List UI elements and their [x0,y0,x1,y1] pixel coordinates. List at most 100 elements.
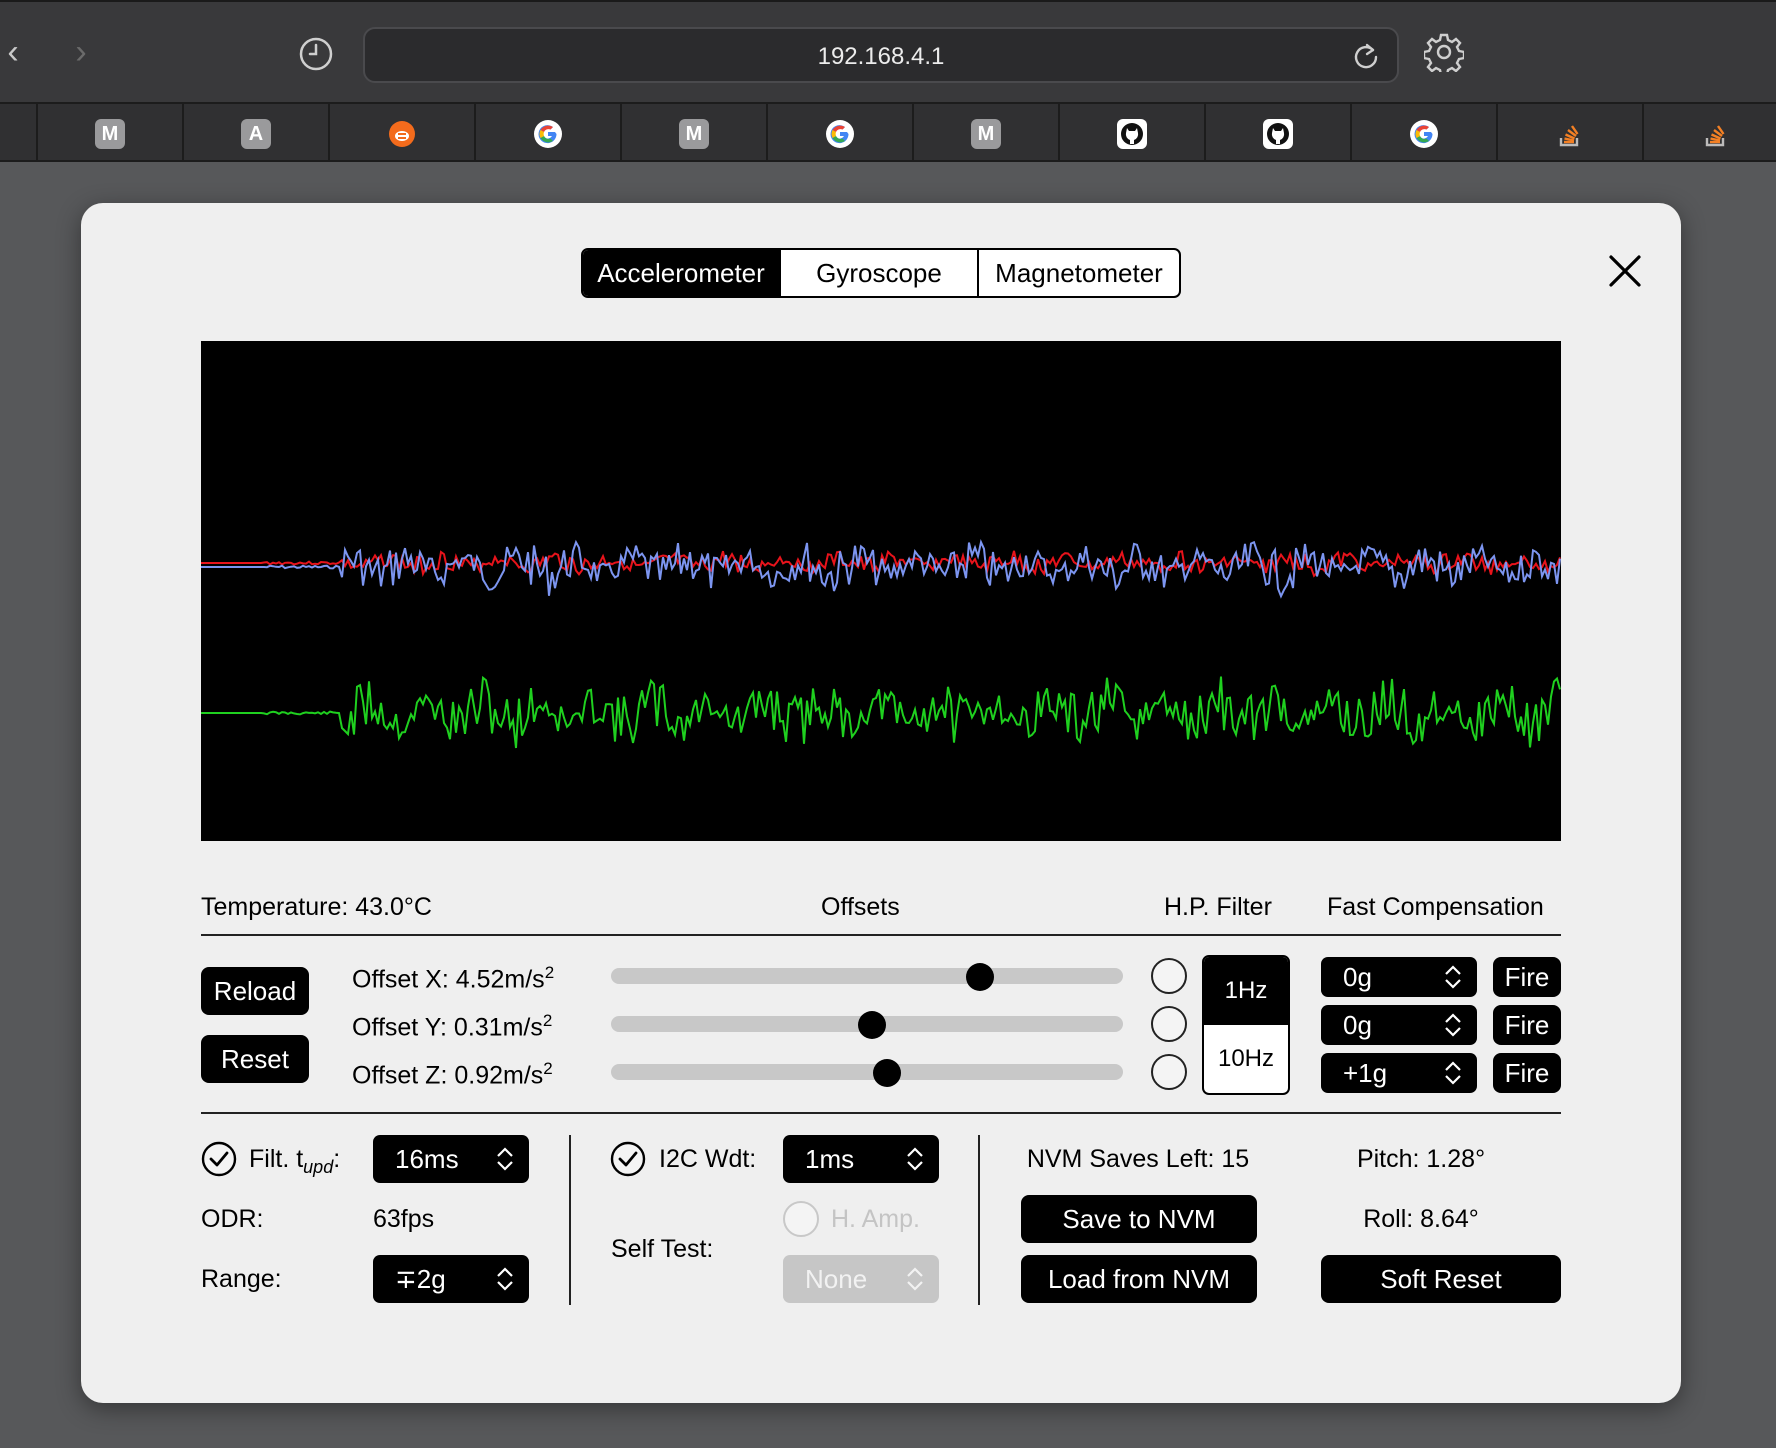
m-icon: M [971,119,1001,149]
sensor-plot [201,341,1561,841]
temperature-label: Temperature: 43.0°C [201,893,432,921]
google-icon [826,120,854,148]
google-icon [534,120,562,148]
bookmark-6[interactable] [766,104,912,162]
gear-icon[interactable] [1424,32,1464,72]
hp-radio-z[interactable] [1151,1054,1187,1090]
chevron-updown-icon [907,1147,923,1171]
hp-option-1hz[interactable]: 1Hz [1204,957,1288,1025]
tab-accelerometer[interactable]: Accelerometer [583,250,779,296]
offset-y-slider[interactable] [611,1011,1123,1039]
hp-radio-x[interactable] [1151,958,1187,994]
browser-toolbar: ‹ › 192.168.4.1 [0,0,1776,104]
bookmark-7[interactable]: M [912,104,1058,162]
self-test-select[interactable]: None [783,1255,939,1303]
offset-z-slider[interactable] [611,1059,1123,1087]
fast-compensation-header: Fast Compensation [1327,893,1544,921]
stackoverflow-icon [1559,125,1579,147]
m-icon: M [95,119,125,149]
fast-comp-y-value: 0g [1343,1010,1372,1040]
h-amp-label: H. Amp. [831,1205,920,1233]
url-text[interactable]: 192.168.4.1 [365,43,1397,71]
close-icon[interactable] [1605,251,1645,291]
i2c-select[interactable]: 1ms [783,1135,939,1183]
offset-z-slider-thumb[interactable] [873,1059,902,1087]
odr-value: 63fps [373,1205,435,1233]
bookmark-12[interactable] [1642,104,1776,162]
reset-button[interactable]: Reset [201,1035,309,1083]
stackoverflow-icon [1705,125,1725,147]
address-bar[interactable]: 192.168.4.1 [363,27,1399,83]
offset-x-label: Offset X: 4.52m/s2 [352,963,555,994]
fast-comp-x-value: 0g [1343,962,1372,992]
tab-magnetometer[interactable]: Magnetometer [977,250,1179,296]
bookmark-11[interactable] [1496,104,1642,162]
i2c-value: 1ms [805,1144,855,1174]
bookmark-5[interactable]: M [620,104,766,162]
fire-z-button[interactable]: Fire [1493,1053,1561,1093]
bookmark-3[interactable] [328,104,474,162]
bookmark-9[interactable] [1204,104,1350,162]
bookmark-10[interactable] [1350,104,1496,162]
filt-checkbox-icon[interactable] [201,1141,237,1177]
m-icon: M [679,119,709,149]
load-nvm-button[interactable]: Load from NVM [1021,1255,1257,1303]
sensor-plot-canvas [201,539,1561,749]
github-icon [1263,119,1293,149]
offsets-header: Offsets [821,893,900,921]
reload-button[interactable]: Reload [201,967,309,1015]
filt-label: Filt. tupd: [249,1145,341,1177]
hp-option-10hz[interactable]: 10Hz [1204,1025,1288,1093]
save-nvm-button[interactable]: Save to NVM [1021,1195,1257,1243]
divider-top [201,934,1561,936]
chevron-right-icon[interactable]: › [68,32,94,72]
self-test-label: Self Test: [611,1235,714,1263]
range-select[interactable]: ∓2g [373,1255,529,1303]
range-value: ∓2g [395,1264,446,1294]
range-label: Range: [201,1265,282,1293]
sensor-tabs: Accelerometer Gyroscope Magnetometer [581,248,1181,298]
fast-comp-z-select[interactable]: +1g [1321,1053,1477,1093]
offset-x-slider[interactable] [611,963,1123,991]
divider-vertical-1 [569,1135,571,1305]
trace-blue [201,539,1561,599]
nvm-saves-left: NVM Saves Left: 15 [1026,1145,1250,1173]
i2c-checkbox-icon[interactable] [610,1141,646,1177]
filt-select[interactable]: 16ms [373,1135,529,1183]
fast-comp-y-select[interactable]: 0g [1321,1005,1477,1045]
google-icon [1410,120,1438,148]
soft-reset-button[interactable]: Soft Reset [1321,1255,1561,1303]
offset-x-slider-thumb[interactable] [965,963,994,991]
bookmark-2[interactable]: A [182,104,328,162]
divider-vertical-2 [978,1135,980,1305]
hp-filter-selector: 1Hz 10Hz [1202,955,1290,1095]
fire-y-button[interactable]: Fire [1493,1005,1561,1045]
tab-gyroscope[interactable]: Gyroscope [779,250,977,296]
offset-y-label: Offset Y: 0.31m/s2 [352,1011,553,1042]
clock-icon[interactable] [298,36,334,72]
bookmark-1[interactable]: M [36,104,182,162]
hp-radio-y[interactable] [1151,1006,1187,1042]
chevron-updown-icon [907,1267,923,1291]
bookmark-8[interactable] [1058,104,1204,162]
chevron-updown-icon [1445,1013,1461,1037]
bee-icon [389,121,415,147]
divider-middle [201,1112,1561,1114]
i2c-label: I2C Wdt: [659,1145,757,1173]
fast-comp-x-select[interactable]: 0g [1321,957,1477,997]
chevron-left-icon[interactable]: ‹ [0,32,26,72]
fire-x-button[interactable]: Fire [1493,957,1561,997]
h-amp-radio[interactable] [783,1201,819,1237]
sensor-modal: Accelerometer Gyroscope Magnetometer Tem… [81,203,1681,1403]
hp-filter-header: H.P. Filter [1164,893,1272,921]
github-icon [1117,119,1147,149]
bookmark-4[interactable] [474,104,620,162]
reload-icon[interactable] [1351,41,1381,71]
a-icon: A [241,119,271,149]
trace-green [201,675,1561,749]
chevron-updown-icon [1445,965,1461,989]
chevron-updown-icon [1445,1061,1461,1085]
offset-y-slider-thumb[interactable] [858,1011,887,1039]
bookmarks-bar: MAMM [0,104,1776,162]
self-test-value: None [805,1264,868,1294]
